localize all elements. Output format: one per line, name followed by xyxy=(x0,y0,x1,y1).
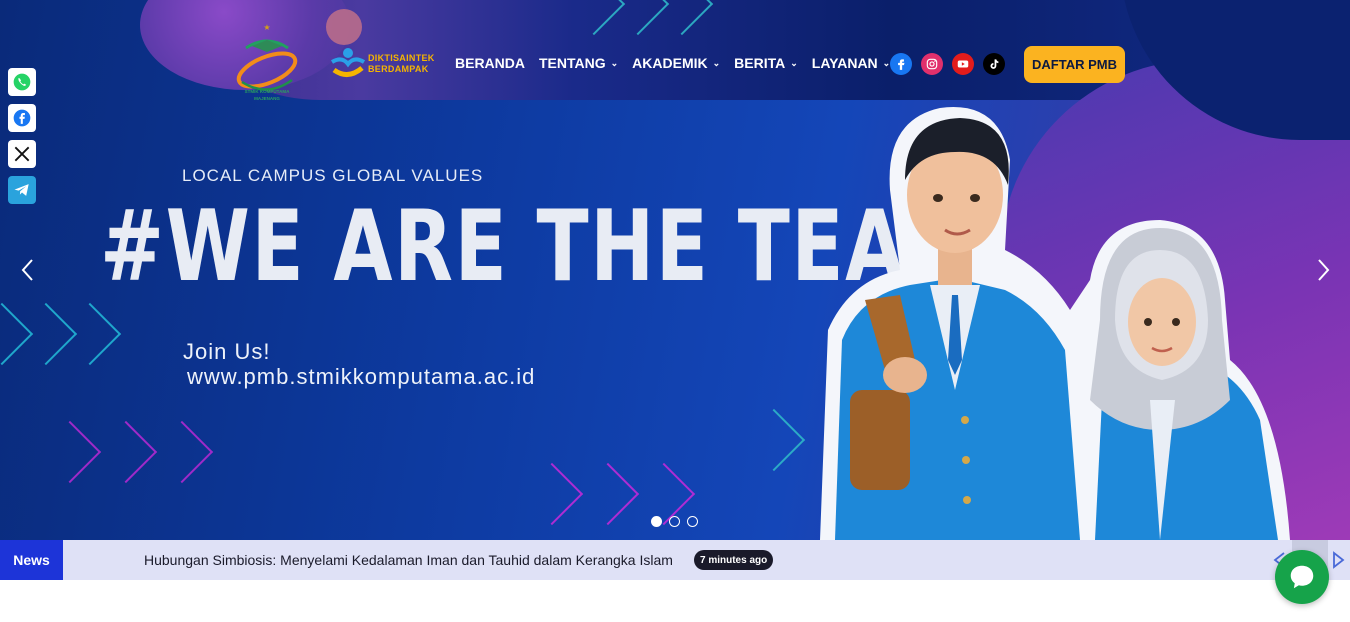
students-illustration xyxy=(780,100,1300,540)
svg-text:STMIK KOMPUTAMA: STMIK KOMPUTAMA xyxy=(245,89,290,94)
share-bar xyxy=(8,68,36,204)
slider-dot-2[interactable] xyxy=(669,516,680,527)
decor-circle xyxy=(326,9,362,45)
nav-beranda[interactable]: BERANDA xyxy=(455,55,525,71)
dikti-logo[interactable]: DIKTISAINTEK BERDAMPAK xyxy=(328,46,440,82)
youtube-icon[interactable] xyxy=(952,53,974,75)
slider-dot-3[interactable] xyxy=(687,516,698,527)
slider-next-arrow-icon[interactable] xyxy=(1313,258,1333,282)
campus-logo[interactable]: ★ STMIK KOMPUTAMA MAJENANG xyxy=(232,22,302,106)
main-nav: BERANDA TENTANG ⌄ AKADEMIK ⌄ BERITA ⌄ LAYAN… xyxy=(455,55,890,71)
nav-akademik[interactable]: AKADEMIK ⌄ xyxy=(632,55,720,71)
chat-icon[interactable] xyxy=(1275,550,1329,604)
tiktok-icon[interactable] xyxy=(983,53,1005,75)
whatsapp-icon[interactable] xyxy=(8,68,36,96)
chevron-down-icon: ⌄ xyxy=(610,57,619,68)
hero-join-text: Join Us! xyxy=(183,339,271,364)
nav-tentang[interactable]: TENTANG ⌄ xyxy=(539,55,618,71)
svg-text:MAJENANG: MAJENANG xyxy=(254,96,280,101)
news-time-badge: 7 minutes ago xyxy=(694,550,774,570)
x-icon[interactable] xyxy=(8,140,36,168)
nav-layanan[interactable]: LAYANAN ⌄ xyxy=(812,55,890,71)
dikti-text: BERDAMPAK xyxy=(368,64,429,74)
telegram-icon[interactable] xyxy=(8,176,36,204)
social-links xyxy=(890,53,1005,75)
facebook-icon[interactable] xyxy=(890,53,912,75)
page: ★ STMIK KOMPUTAMA MAJENANG DIKTISAINTEK … xyxy=(0,0,1350,622)
slider-dot-1[interactable] xyxy=(651,516,662,527)
chevron-down-icon: ⌄ xyxy=(790,57,798,68)
daftar-pmb-button[interactable]: DAFTAR PMB xyxy=(1024,46,1125,83)
dikti-text: DIKTISAINTEK xyxy=(368,53,435,63)
slider-prev-arrow-icon[interactable] xyxy=(18,258,38,282)
slider-dots xyxy=(651,516,698,527)
hero-tagline: LOCAL CAMPUS GLOBAL VALUES xyxy=(182,166,484,185)
news-next-icon[interactable] xyxy=(1330,550,1346,570)
instagram-icon[interactable] xyxy=(921,53,943,75)
hero-url: www.pmb.stmikkomputama.ac.id xyxy=(187,364,536,389)
news-label: News xyxy=(0,540,63,580)
svg-text:★: ★ xyxy=(263,23,270,32)
facebook-icon[interactable] xyxy=(8,104,36,132)
news-headline-link[interactable]: Hubungan Simbiosis: Menyelami Kedalaman … xyxy=(144,552,673,568)
news-ticker: News Hubungan Simbiosis: Menyelami Kedal… xyxy=(0,540,1350,580)
hero-slider: ★ STMIK KOMPUTAMA MAJENANG DIKTISAINTEK … xyxy=(0,0,1350,540)
nav-berita[interactable]: BERITA ⌄ xyxy=(734,55,798,71)
chevron-down-icon: ⌄ xyxy=(712,57,721,68)
